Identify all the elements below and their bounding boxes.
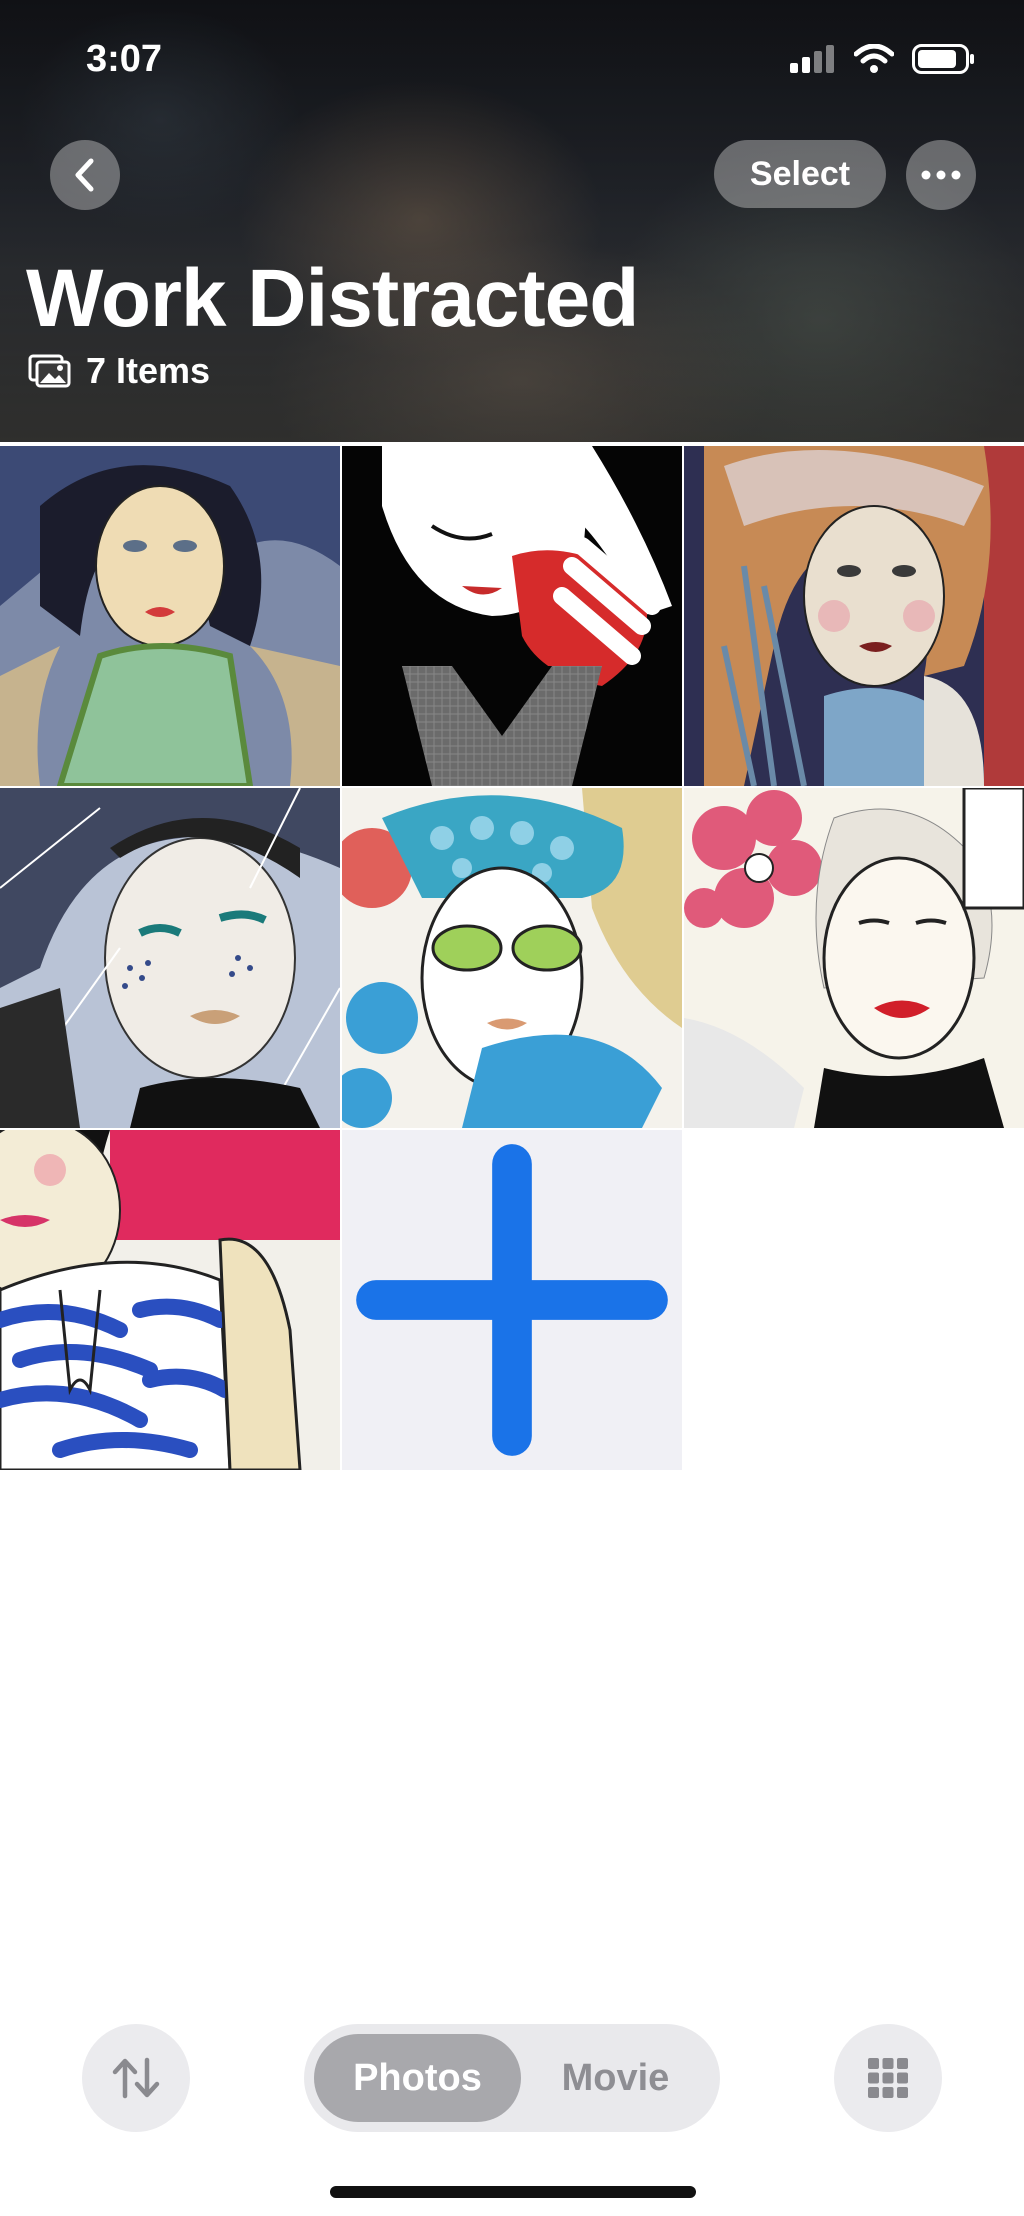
- sort-arrows-icon: [112, 2057, 160, 2099]
- item-count-label: 7 Items: [86, 350, 211, 391]
- home-indicator: [330, 2186, 696, 2198]
- artwork-portrait-1: [0, 446, 340, 786]
- photo-thumbnail[interactable]: [342, 788, 682, 1128]
- grid-view-button[interactable]: [834, 2024, 942, 2132]
- signal-icon: [790, 45, 834, 73]
- select-button[interactable]: Select: [714, 140, 886, 208]
- plus-icon: [356, 1144, 668, 1456]
- battery-icon: [912, 44, 974, 74]
- artwork-portrait-2: [342, 446, 682, 786]
- status-time: 3:07: [86, 38, 163, 80]
- wifi-icon: [854, 44, 894, 73]
- ellipsis-icon: [921, 170, 961, 180]
- photo-thumbnail[interactable]: [0, 788, 340, 1128]
- grid-icon: [868, 2058, 908, 2098]
- artwork-portrait-3: [684, 446, 1024, 786]
- photo-thumbnail[interactable]: [0, 446, 340, 786]
- artwork-portrait-7: [0, 1130, 340, 1470]
- add-photo-button[interactable]: [342, 1130, 682, 1470]
- chevron-left-icon: [75, 158, 94, 192]
- photos-stack-icon: [28, 354, 71, 388]
- album-item-count: 7 Items: [28, 350, 210, 392]
- sort-button[interactable]: [82, 2024, 190, 2132]
- view-mode-segmented-control: Photos Movie: [304, 2024, 720, 2132]
- status-icons: [790, 44, 976, 74]
- photo-thumbnail[interactable]: [684, 446, 1024, 786]
- photo-thumbnail[interactable]: [342, 446, 682, 786]
- back-button[interactable]: [50, 140, 120, 210]
- album-title: Work Distracted: [26, 253, 639, 344]
- segment-movie[interactable]: Movie: [521, 2034, 710, 2122]
- more-button[interactable]: [906, 140, 976, 210]
- artwork-portrait-5: [342, 788, 682, 1128]
- segment-photos[interactable]: Photos: [314, 2034, 521, 2122]
- photo-thumbnail[interactable]: [684, 788, 1024, 1128]
- photo-thumbnail[interactable]: [0, 1130, 340, 1470]
- artwork-portrait-4: [0, 788, 340, 1128]
- artwork-portrait-6: [684, 788, 1024, 1128]
